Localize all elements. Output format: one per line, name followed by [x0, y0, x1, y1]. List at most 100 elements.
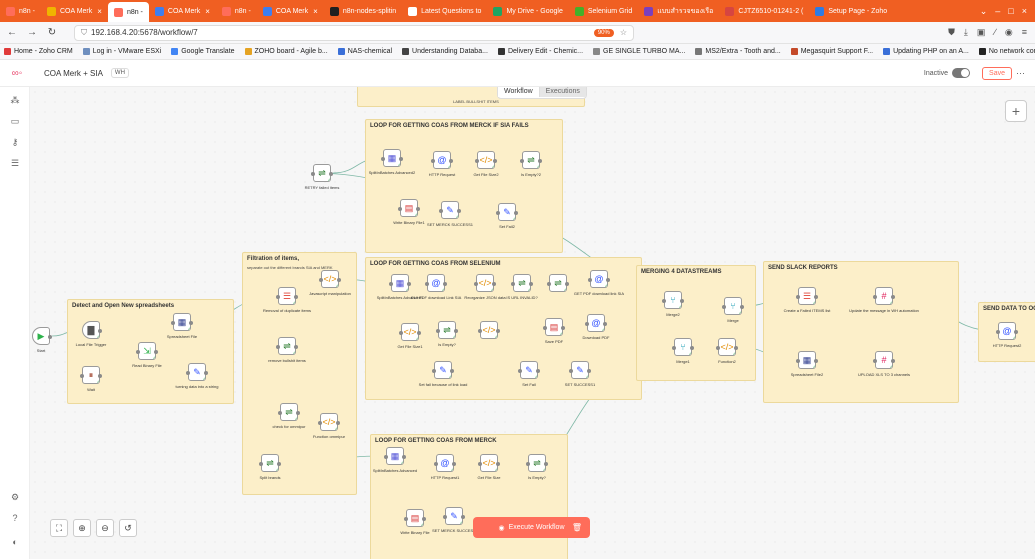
browser-tab[interactable]: COA Merk × [149, 0, 216, 22]
workflow-node[interactable]: ⇌ Is Empty? ✓ [436, 321, 458, 347]
browser-tab[interactable]: n8n - [216, 0, 257, 22]
reset-zoom-button[interactable]: ↺ [119, 519, 137, 537]
workflow-node[interactable]: ▤ Write Binary File1 ✓ [393, 199, 425, 225]
workflow-node[interactable]: ⑂ Merge2 ✓ [662, 291, 684, 317]
help-icon[interactable]: ? [8, 513, 22, 523]
input-port[interactable] [398, 207, 402, 211]
output-port[interactable] [417, 331, 421, 335]
more-options-icon[interactable]: ⋯ [1016, 68, 1025, 79]
workflow-node[interactable]: # Update the message in WH automation ✓ [849, 287, 919, 313]
workflow-node[interactable]: ▦ SplitInBatches Advanced1 ✓ [377, 274, 423, 300]
bookmark-item[interactable]: Google Translate [171, 48, 235, 55]
input-port[interactable] [384, 455, 388, 459]
output-port[interactable] [329, 172, 333, 176]
tab-executions[interactable]: Executions [539, 87, 586, 97]
input-port[interactable] [80, 374, 84, 378]
input-port[interactable] [389, 282, 393, 286]
output-port[interactable] [48, 335, 52, 339]
output-port[interactable] [204, 371, 208, 375]
templates-icon[interactable]: ▭ [8, 116, 22, 127]
browser-tab[interactable]: แบบสำรวจของเรือ [638, 0, 719, 22]
output-port[interactable] [536, 369, 540, 373]
output-port[interactable] [337, 278, 341, 282]
active-toggle[interactable] [952, 68, 971, 78]
input-port[interactable] [311, 172, 315, 176]
output-port[interactable] [492, 282, 496, 286]
workflow-node[interactable]: @ GUI PDF download Link SIA ✓ [411, 274, 461, 300]
workflow-node[interactable]: ⑂ Merge1 ✓ [672, 338, 694, 364]
input-port[interactable] [569, 369, 573, 373]
workflow-node[interactable]: </> Javascript manipulation ✓ [309, 270, 351, 296]
input-port[interactable] [276, 345, 280, 349]
workflow-node[interactable]: ✎ Set fail because of link load ✓ [419, 361, 467, 387]
zoom-badge[interactable]: 90% [593, 28, 614, 37]
tab-list-icon[interactable]: ⌄ [980, 6, 988, 17]
address-bar[interactable]: ⛉ 192.168.4.20:5678/workflow/7 90% ☆ [74, 24, 634, 41]
workflow-node[interactable]: ✎ SET SUCCESS1 ✓ [565, 361, 595, 387]
output-port[interactable] [277, 462, 281, 466]
bookmark-item[interactable]: MS2/Extra - Tooth and... [695, 48, 781, 55]
output-port[interactable] [603, 322, 607, 326]
sticky-note[interactable]: Filtration of items, separate out the dif… [242, 252, 357, 495]
workflow-node[interactable]: ⇌ Split brands ✓ [259, 454, 281, 480]
workflow-node[interactable]: ☰ Removal of duplicate items ✓ [263, 287, 311, 313]
workflow-node[interactable]: # UPLOAD XLS TO 3 channels ✓ [858, 351, 910, 377]
input-port[interactable] [662, 299, 666, 303]
input-port[interactable] [171, 321, 175, 325]
output-port[interactable] [814, 295, 818, 299]
bookmark-item[interactable]: Megasquirt Support F... [790, 48, 873, 55]
output-port[interactable] [606, 278, 610, 282]
workflow-node[interactable]: </> Get File Size1 ✓ [397, 323, 423, 349]
input-port[interactable] [276, 295, 280, 299]
input-port[interactable] [588, 278, 592, 282]
output-port[interactable] [587, 369, 591, 373]
output-port[interactable] [461, 515, 465, 519]
output-port[interactable] [422, 517, 426, 521]
workflow-node[interactable]: @ GET PDF download link SIA ✓ [574, 270, 624, 296]
input-port[interactable] [318, 421, 322, 425]
bookmark-item[interactable]: NAS-chemical [337, 48, 392, 55]
workflow-node[interactable]: ⇌ Is Empty? ✓ [526, 454, 548, 480]
browser-tab[interactable]: My Drive - Google [487, 0, 568, 22]
input-port[interactable] [443, 515, 447, 519]
output-port[interactable] [336, 421, 340, 425]
account-icon[interactable]: ◉ [1005, 27, 1013, 38]
workflow-node[interactable]: @ HTTP Request1 ✓ [431, 454, 459, 480]
workflow-node[interactable]: ⇌ remove bullshit items ✓ [268, 337, 306, 363]
output-port[interactable] [399, 157, 403, 161]
bookmark-item[interactable]: ZOHO board - Agile b... [244, 48, 328, 55]
browser-tab[interactable]: Selenium Grid [569, 0, 638, 22]
input-port[interactable] [526, 462, 530, 466]
input-port[interactable] [434, 462, 438, 466]
workflow-name[interactable]: COA Merk + SIA [44, 69, 103, 78]
extension-icon[interactable]: ▣ [977, 27, 986, 38]
output-port[interactable] [407, 282, 411, 286]
executions-icon[interactable]: ☰ [8, 158, 22, 169]
output-port[interactable] [496, 329, 500, 333]
workflow-node[interactable]: </> Function2 ✓ [716, 338, 738, 364]
workflow-node[interactable]: ▦ SplitInBatches Advanced2 ✓ [369, 149, 415, 175]
settings-icon[interactable]: ⚙ [8, 492, 22, 503]
input-port[interactable] [425, 282, 429, 286]
delete-button[interactable]: 🗑 [567, 517, 587, 538]
output-port[interactable] [154, 350, 158, 354]
workflow-tag[interactable]: WH [110, 68, 129, 78]
input-port[interactable] [547, 282, 551, 286]
workflow-node[interactable]: ⇌ ✓ [547, 274, 569, 292]
input-port[interactable] [186, 371, 190, 375]
workflow-node[interactable]: </> Get File Size2 ✓ [473, 151, 499, 177]
input-port[interactable] [278, 411, 282, 415]
zoom-in-button[interactable]: ⊕ [73, 519, 91, 537]
output-port[interactable] [561, 326, 565, 330]
add-node-button[interactable]: + [1005, 100, 1027, 122]
workflow-node[interactable]: ✎ SET MERCK SUCCESS ✓ [432, 507, 476, 533]
browser-tab[interactable]: n8n - [0, 0, 41, 22]
workflow-node[interactable]: ▇ Local File Trigger ✓ [76, 321, 106, 347]
input-port[interactable] [796, 295, 800, 299]
output-port[interactable] [538, 159, 542, 163]
browser-tab[interactable]: n8n-nodes-splitin [324, 0, 402, 22]
close-icon[interactable]: × [97, 7, 102, 16]
workflows-icon[interactable]: ⁂ [8, 95, 22, 106]
workflow-node[interactable]: ▦ Spreadsheet File2 ✓ [791, 351, 823, 377]
input-port[interactable] [873, 359, 877, 363]
